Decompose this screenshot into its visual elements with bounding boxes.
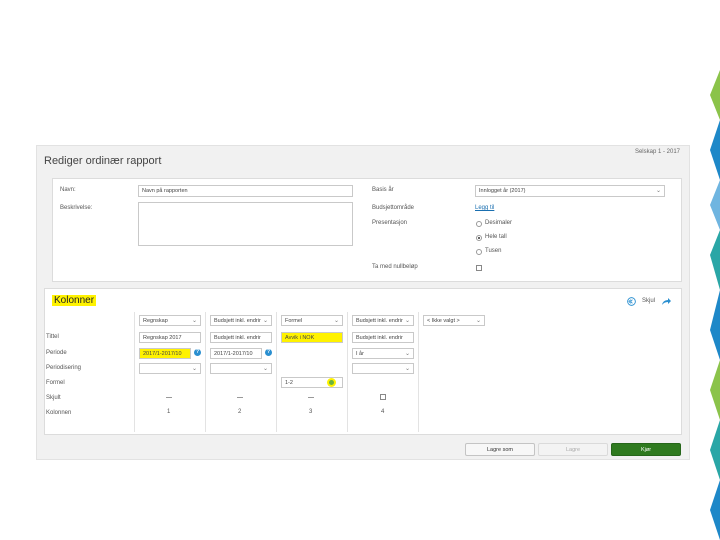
radio-thousands-label: Tusen	[485, 248, 502, 254]
add-column-value: < Ikke valgt >	[427, 318, 460, 324]
company-label: Selskap 1 - 2017	[634, 149, 680, 155]
row-label-period: Periode	[46, 350, 67, 356]
column-2-title-input[interactable]: Budsjett inkl. endrir	[210, 332, 272, 343]
column-4-period-select[interactable]: I år ⌄	[352, 348, 414, 359]
chevron-down-icon: ⌄	[333, 318, 339, 324]
column-2-hidden-checkbox[interactable]	[237, 395, 243, 398]
hide-columns-label[interactable]: Skjul	[642, 298, 655, 304]
column-2-periodization-select[interactable]: ⌄	[210, 363, 272, 374]
chevron-down-icon: ⌄	[404, 318, 410, 324]
column-divider	[276, 312, 277, 432]
column-4-title-input[interactable]: Budsjett inkl. endrir	[352, 332, 414, 343]
chevron-down-icon: ⌄	[262, 366, 268, 372]
chevron-down-icon: ⌄	[475, 318, 481, 324]
column-divider	[134, 312, 135, 432]
column-1-title-input[interactable]: Regnskap 2017	[139, 332, 201, 343]
column-4-periodization-select[interactable]: ⌄	[352, 363, 414, 374]
row-label-title: Tittel	[46, 334, 59, 340]
budget-label: Budsjettområde	[372, 205, 415, 211]
zero-amount-checkbox[interactable]	[476, 265, 482, 271]
formula-check-icon[interactable]	[327, 378, 336, 387]
radio-decimals-label: Desimaler	[485, 220, 513, 226]
column-1-hidden-checkbox[interactable]	[166, 395, 172, 398]
column-4-number: 4	[381, 409, 385, 415]
columns-box	[44, 288, 682, 435]
column-1-period-input[interactable]: 2017/1-2017/10	[139, 348, 191, 359]
zero-amount-label: Ta med nullbeløp	[372, 264, 418, 270]
column-3-title-input[interactable]: Avvik i NOK	[281, 332, 343, 343]
column-divider	[418, 312, 419, 432]
name-label: Navn:	[60, 187, 76, 193]
column-2-type-select[interactable]: Budsjett inkl. endrir ⌄	[210, 315, 272, 326]
radio-whole-numbers-label: Hele tall	[485, 234, 507, 240]
column-3-hidden-checkbox[interactable]	[308, 395, 314, 398]
chevron-down-icon: ⌄	[191, 318, 197, 324]
column-1-periodization-select[interactable]: ⌄	[139, 363, 201, 374]
row-label-periodization: Periodisering	[46, 365, 82, 371]
chevron-down-icon: ⌄	[191, 366, 197, 372]
column-4-type-select[interactable]: Budsjett inkl. endrir ⌄	[352, 315, 414, 326]
columns-heading: Kolonner	[52, 295, 97, 306]
budget-add-link[interactable]: Legg til	[475, 205, 494, 211]
chevron-down-icon: ⌄	[404, 366, 410, 372]
column-divider	[205, 312, 206, 432]
row-label-formula: Formel	[46, 380, 65, 386]
help-icon[interactable]: ?	[194, 349, 201, 356]
run-button[interactable]: Kjør	[611, 443, 681, 456]
row-label-hidden: Skjult	[46, 395, 61, 401]
column-3-type: Formel	[285, 318, 303, 324]
chevron-down-icon: ⌄	[655, 188, 661, 194]
chevron-down-icon: ⌄	[262, 318, 268, 324]
chevron-down-icon: ⌄	[404, 351, 410, 357]
basis-value: Innlogget år (2017)	[479, 188, 526, 194]
column-1-number: 1	[167, 409, 171, 415]
column-1-type-select[interactable]: Regnskap ⌄	[139, 315, 201, 326]
presentation-label: Presentasjon	[372, 220, 408, 226]
save-as-button[interactable]: Lagre som	[465, 443, 535, 456]
column-3-type-select[interactable]: Formel ⌄	[281, 315, 343, 326]
column-4-hidden-checkbox[interactable]	[380, 394, 386, 400]
hide-icon[interactable]	[627, 297, 636, 306]
share-arrow-icon[interactable]	[661, 297, 672, 306]
decorative-edge	[710, 0, 720, 540]
radio-thousands[interactable]	[476, 249, 482, 255]
radio-decimals[interactable]	[476, 221, 482, 227]
column-2-type: Budsjett inkl. endrir	[214, 318, 261, 324]
row-label-column-number: Kolonnen	[46, 410, 72, 416]
column-3-number: 3	[309, 409, 313, 415]
basis-select[interactable]: Innlogget år (2017) ⌄	[475, 185, 665, 197]
column-divider	[347, 312, 348, 432]
radio-whole-numbers[interactable]	[476, 235, 482, 241]
save-button[interactable]: Lagre	[538, 443, 608, 456]
column-1-type: Regnskap	[143, 318, 168, 324]
basis-label: Basis år	[372, 187, 394, 193]
description-label: Beskrivelse:	[60, 205, 93, 211]
column-4-type: Budsjett inkl. endrir	[356, 318, 403, 324]
add-column-select[interactable]: < Ikke valgt > ⌄	[423, 315, 485, 326]
dialog-title: Rediger ordinær rapport	[44, 155, 162, 167]
description-textarea[interactable]	[138, 202, 353, 246]
column-4-period: I år	[356, 351, 364, 357]
name-input[interactable]: Navn på rapporten	[138, 185, 353, 197]
help-icon[interactable]: ?	[265, 349, 272, 356]
column-2-number: 2	[238, 409, 242, 415]
column-2-period-input[interactable]: 2017/1-2017/10	[210, 348, 262, 359]
